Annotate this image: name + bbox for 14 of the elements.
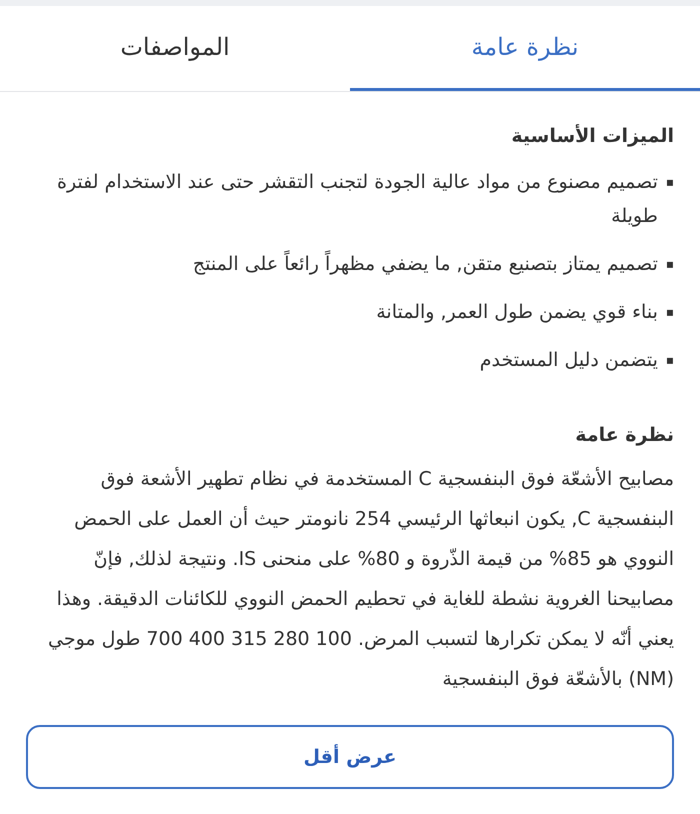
section-heading: نظرة عامة [574,422,674,448]
feature-text: تصميم يمتاز بتصنيع متقن, ما يضفي مظهراً رائعاً على المنتج [192,250,658,277]
tab[interactable]: نظرة عامة [350,6,700,91]
feature-text: تصميم مصنوع من مواد عالية الجودة لتجنب التقشر حتى عند الاستخدام لفترة طويلة [56,170,658,229]
bullet-mark: ▪ [666,256,674,272]
bullet-mark: ▪ [666,174,674,190]
show-less-button[interactable]: عرض أقل [26,725,674,789]
tab[interactable]: المواصفات [0,6,350,91]
feature-text: يتضمن دليل المستخدم [480,348,658,373]
bullet-mark: ▪ [666,304,674,320]
feature-text: بناء قوي يضمن طول العمر, والمتانة [376,300,658,325]
overview-paragraph: مصابيح الأشعّة فوق البنفسجية C المستخدمة في نظام تطهير الأشعة فوق البنفسجية C, يكون انبعاثها الرئيسي 254 نانومتر حيث أن العمل على الحمض النووي هو 85% من قيمة الذّروة و 80% على منحنى IS. ونتيجة لذلك, فإنّ مصابيحنا الغروية نشطة للغاية في تحطيم الحمض النووي للكائنات الدقيقة. وهذا يعني أنّه لا يمكن تكرارها لتسبب المرض. 100 280 315 400 700 طول موجي (NM) بالأشعّة فوق البنفسجية [47,466,674,692]
section-heading: الميزات الأساسية [510,123,674,149]
bullet-mark: ▪ [666,352,674,368]
